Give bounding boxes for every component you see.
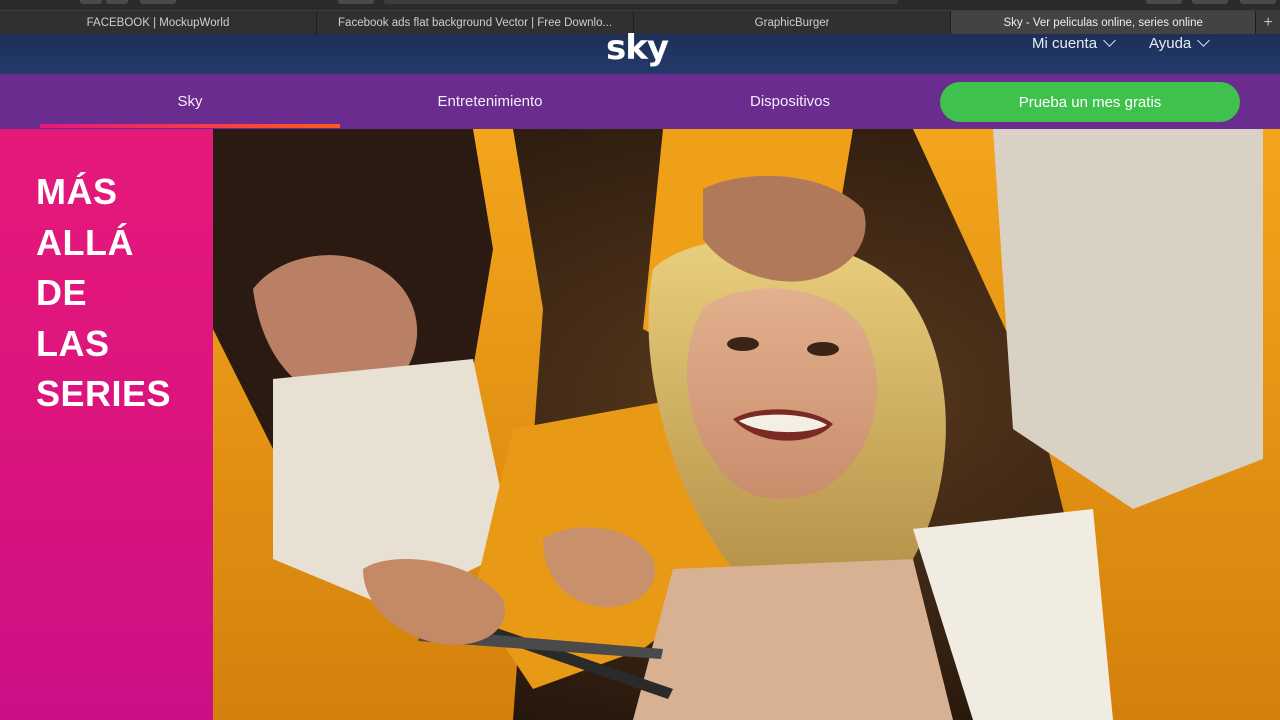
browser-tab-label: FACEBOOK | MockupWorld [86,16,230,29]
hero-image[interactable] [213,129,1280,720]
hero-tagline-panel: MÁS ALLÁ DE LAS SERIES [0,129,213,720]
toolbar-button[interactable] [1146,0,1182,4]
toolbar-button[interactable] [1192,0,1228,4]
browser-tab-label: Sky - Ver peliculas online, series onlin… [1003,16,1203,29]
address-bar[interactable] [384,0,898,4]
hero-tagline: MÁS ALLÁ DE LAS SERIES [36,167,171,420]
nav-item-label: Entretenimiento [437,93,543,110]
nav-item-sky[interactable]: Sky [40,74,340,129]
help-menu-label: Ayuda [1149,34,1192,52]
account-menu[interactable]: Mi cuenta [1032,34,1116,52]
browser-tab[interactable]: FACEBOOK | MockupWorld [0,11,318,34]
help-menu[interactable]: Ayuda [1149,34,1211,52]
nav-item-label: Sky [177,93,203,110]
new-tab-button[interactable]: + [1256,11,1280,34]
chevron-down-icon [1197,34,1211,47]
browser-toolbar [0,0,1280,10]
hero-tagline-line: MÁS [36,171,118,212]
hero-tagline-line: LAS [36,322,110,364]
chevron-down-icon [1103,34,1116,47]
main-nav: Sky Entretenimiento Dispositivos Prueba … [0,74,1280,129]
toolbar-button[interactable] [1240,0,1276,4]
toolbar-button[interactable] [106,0,128,4]
browser-tab-label: GraphicBurger [754,16,830,29]
hero-banner[interactable]: MÁS ALLÁ DE LAS SERIES [0,129,1280,720]
photo-icon [213,129,1280,720]
browser-tab[interactable]: Facebook ads flat background Vector | Fr… [317,11,635,34]
account-menu-label: Mi cuenta [1032,34,1098,52]
sky-logo[interactable]: sky [606,28,669,68]
free-trial-button[interactable]: Prueba un mes gratis [940,82,1240,122]
browser-tab-active[interactable]: Sky - Ver peliculas online, series onlin… [951,11,1257,34]
nav-item-label: Dispositivos [749,93,831,110]
site-header: sky Mi cuenta Ayuda [0,28,1280,74]
browser-tab[interactable]: GraphicBurger [634,11,952,34]
browser-tab-label: Facebook ads flat background Vector | Fr… [338,16,613,29]
hero-tagline-line: SERIES [36,373,172,414]
nav-item-dispositivos[interactable]: Dispositivos [640,74,940,129]
toolbar-button[interactable] [338,0,374,4]
hero-tagline-line: DE [36,272,88,313]
hero-tagline-line: ALLÁ [36,221,134,263]
toolbar-button[interactable] [80,0,102,4]
toolbar-button[interactable] [140,0,176,4]
nav-item-entretenimiento[interactable]: Entretenimiento [340,74,640,129]
